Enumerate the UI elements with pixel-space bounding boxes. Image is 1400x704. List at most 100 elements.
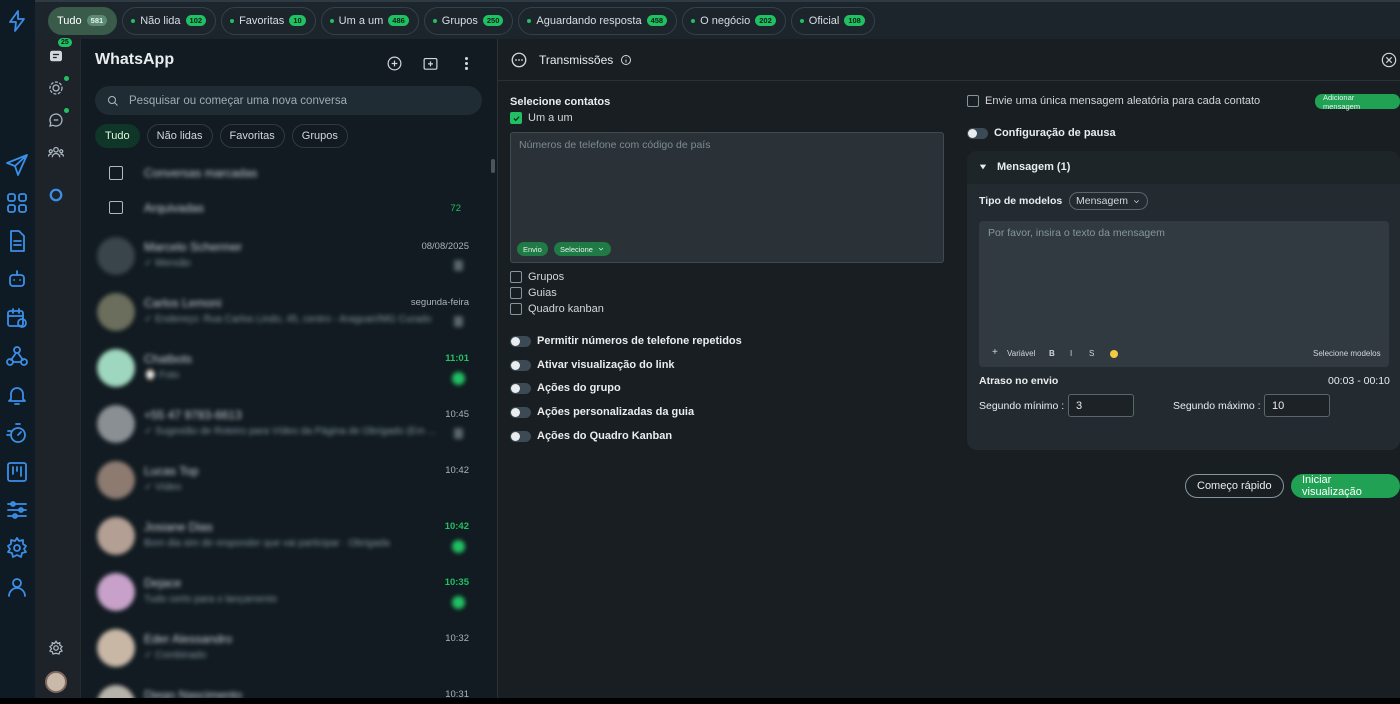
meta-ai-nav-button[interactable] — [41, 180, 71, 210]
checkbox-label: Grupos — [528, 271, 565, 283]
toggle-label: Permitir números de telefone repetidos — [537, 335, 742, 347]
stopwatch-icon[interactable] — [4, 420, 30, 446]
max-seconds-label: Segundo máximo : — [1173, 400, 1261, 412]
select-models-button[interactable]: Selecione modelos — [1313, 349, 1381, 358]
archived-row[interactable]: Arquivadas 72 — [81, 194, 491, 230]
tab-groups[interactable]: Grupos — [291, 124, 348, 148]
send-mini-button[interactable]: Envio — [517, 242, 548, 256]
chat-row[interactable]: Carlos Lemoni ✓ Endereço: Rua Carlos Lin… — [81, 286, 491, 342]
toggle-pause-config[interactable]: Configuração de pausa — [967, 127, 1116, 139]
more-options-icon[interactable] — [456, 53, 476, 73]
min-seconds-input[interactable] — [1068, 394, 1134, 417]
filter-label: Favoritas — [239, 14, 285, 27]
variable-button[interactable]: Variável — [1007, 349, 1035, 358]
chat-row[interactable]: Lucas Top ✓ Vídeo 10:42 — [81, 454, 491, 510]
max-seconds-input[interactable] — [1264, 394, 1330, 417]
chat-row[interactable]: Josiane Dias Bom dia sim de responder qu… — [81, 510, 491, 566]
message-accordion-header[interactable]: Mensagem (1) — [967, 151, 1400, 184]
close-icon[interactable] — [1381, 52, 1397, 68]
toggle-switch[interactable] — [510, 335, 531, 347]
toggle-switch[interactable] — [510, 406, 531, 418]
toggle-kanban-actions[interactable]: Ações do Quadro Kanban — [510, 430, 672, 442]
chat-row[interactable]: Dejace Tudo certo para o lançamento 10:3… — [81, 566, 491, 622]
toggle-guide-actions[interactable]: Ações personalizadas da guia — [510, 406, 694, 418]
filter-chip-all[interactable]: Tudo 581 — [48, 6, 118, 35]
filter-count: 10 — [289, 15, 306, 26]
avatar — [97, 461, 135, 499]
chat-list-scrollbar[interactable] — [491, 159, 495, 173]
filter-chip-unread[interactable]: Não lida 102 — [122, 6, 217, 35]
lightning-logo-icon[interactable] — [4, 8, 30, 34]
bold-button[interactable]: B — [1049, 349, 1055, 358]
calendar-clock-icon[interactable] — [4, 305, 30, 331]
communities-nav-button[interactable] — [41, 137, 71, 167]
document-icon[interactable] — [4, 228, 30, 254]
chat-row[interactable]: +55 47 9783-6613 ✓ Sugestão de Roteiro p… — [81, 398, 491, 454]
broadcast-header: Transmissões — [498, 39, 1400, 81]
toggle-switch[interactable] — [967, 127, 988, 139]
tab-all[interactable]: Tudo — [95, 124, 140, 148]
new-chat-icon[interactable] — [384, 53, 404, 73]
avatar — [97, 573, 135, 611]
filter-chip-groups[interactable]: Grupos 250 — [423, 6, 514, 35]
groups-checkbox[interactable]: Grupos — [510, 271, 564, 283]
toggle-label: Configuração de pausa — [994, 127, 1116, 139]
start-preview-button[interactable]: Iniciar visualização — [1291, 474, 1400, 498]
avatar — [97, 405, 135, 443]
toggle-repeated-numbers[interactable]: Permitir números de telefone repetidos — [510, 335, 742, 347]
status-nav-button[interactable] — [41, 73, 71, 103]
marked-chats-row[interactable]: Conversas marcadas — [81, 158, 491, 194]
strikethrough-button[interactable]: S — [1089, 349, 1094, 358]
toggle-switch[interactable] — [510, 430, 531, 442]
kanban-checkbox[interactable]: Quadro kanban — [510, 303, 604, 315]
toggle-switch[interactable] — [510, 359, 531, 371]
filter-chip-favorites[interactable]: Favoritas 10 — [221, 6, 316, 35]
app-title: WhatsApp — [95, 51, 175, 68]
template-type-select[interactable]: Mensagem — [1069, 192, 1148, 210]
kanban-icon[interactable] — [4, 459, 30, 485]
chats-nav-button[interactable]: 25 — [41, 38, 72, 71]
toggle-switch[interactable] — [510, 382, 531, 394]
channels-nav-button[interactable] — [41, 105, 71, 135]
search-input[interactable] — [129, 94, 459, 107]
chat-time: segunda-feira — [410, 297, 469, 308]
emoji-icon[interactable] — [1110, 350, 1118, 358]
settings-nav-button[interactable] — [41, 633, 71, 663]
one-to-one-checkbox[interactable]: Um a um — [510, 112, 573, 124]
sliders-icon[interactable] — [4, 497, 30, 523]
random-message-checkbox[interactable]: Envie uma única mensagem aleatória para … — [967, 95, 1260, 107]
plus-icon[interactable]: + — [992, 347, 998, 358]
italic-button[interactable]: I — [1070, 349, 1072, 358]
toggle-link-preview[interactable]: Ativar visualização do link — [510, 359, 675, 371]
settings-gear-icon[interactable] — [4, 535, 30, 561]
filter-chip-official[interactable]: Oficial 108 — [790, 6, 875, 35]
chat-row[interactable]: Marcelo Schermer ✓ Mensão 08/08/2025 — [81, 230, 491, 286]
tab-unread[interactable]: Não lidas — [146, 124, 213, 148]
message-text-input[interactable] — [988, 227, 1378, 337]
phone-numbers-input[interactable] — [519, 139, 929, 239]
extension-sidebar — [0, 0, 35, 704]
chat-row[interactable]: Chatbots ⌚ Foto 11:01 — [81, 342, 491, 398]
guides-checkbox[interactable]: Guias — [510, 287, 557, 299]
grid-icon[interactable] — [4, 190, 30, 216]
quick-start-button[interactable]: Começo rápido — [1185, 474, 1284, 498]
user-profile-icon[interactable] — [4, 574, 30, 600]
add-message-button[interactable]: Adicionar mensagem — [1315, 93, 1400, 111]
chat-row[interactable]: Eder Alessandro ✓ Combinado 10:32 — [81, 622, 491, 678]
filter-chip-one-to-one[interactable]: Um a um 486 — [320, 6, 419, 35]
robot-icon[interactable] — [4, 266, 30, 292]
webhook-icon[interactable] — [4, 343, 30, 369]
select-mini-label: Selecione — [560, 244, 593, 254]
filter-chip-awaiting-reply[interactable]: Aguardando resposta 458 — [518, 6, 678, 35]
send-icon[interactable] — [4, 152, 30, 178]
toggle-group-actions[interactable]: Ações do grupo — [510, 382, 621, 394]
chat-name: Marcelo Schermer — [144, 240, 243, 254]
info-icon[interactable] — [620, 54, 632, 66]
filter-chip-business[interactable]: O negócio 202 — [682, 6, 786, 35]
profile-avatar[interactable] — [41, 667, 71, 697]
tab-favorites[interactable]: Favoritas — [219, 124, 285, 148]
bell-icon[interactable] — [4, 382, 30, 408]
avatar — [97, 237, 135, 275]
new-community-icon[interactable] — [420, 53, 440, 73]
select-mini-dropdown[interactable]: Selecione — [554, 242, 611, 256]
